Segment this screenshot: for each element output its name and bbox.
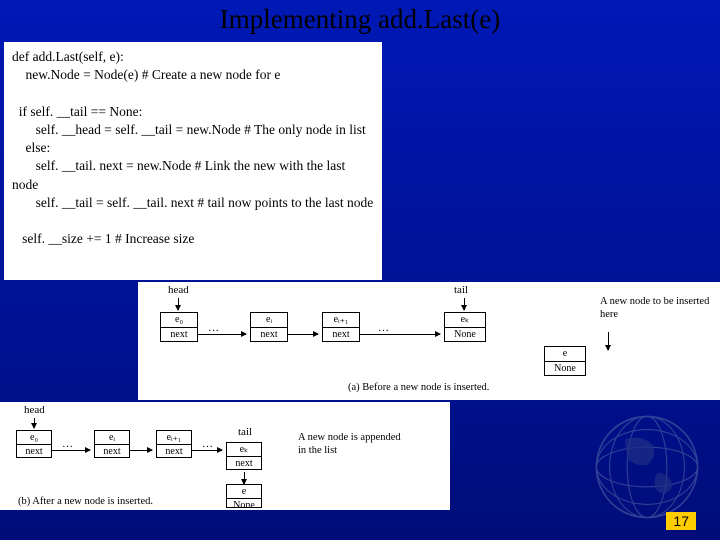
node-value: eᵢ₊₁ <box>323 313 359 328</box>
node-next: next <box>95 445 129 458</box>
annotation-text: A new node is appended in the list <box>298 432 408 457</box>
node-next: None <box>445 328 485 342</box>
diagram-caption: (b) After a new node is inserted. <box>18 496 153 507</box>
ellipsis-icon: … <box>202 438 215 450</box>
tail-label: tail <box>238 426 252 438</box>
code-line: else: <box>12 139 374 157</box>
head-label: head <box>24 404 45 416</box>
node-ei1: eᵢ₊₁ next <box>156 430 192 458</box>
node-value: eᵢ <box>95 431 129 445</box>
ellipsis-icon: … <box>208 322 221 334</box>
slide-header: Implementing add.Last(e) <box>0 0 720 40</box>
node-next: next <box>227 457 261 470</box>
node-ek: eₖ next <box>226 442 262 470</box>
node-next: None <box>227 499 261 512</box>
code-line <box>12 212 374 230</box>
code-line: self. __tail = self. __tail. next # tail… <box>12 194 374 212</box>
code-line: new.Node = Node(e) # Create a new node f… <box>12 66 374 84</box>
diagram-caption: (a) Before a new node is inserted. <box>348 382 489 393</box>
arrow-icon <box>360 334 440 335</box>
node-value: e <box>227 485 261 499</box>
node-value: e <box>545 347 585 362</box>
code-line: def add.Last(self, e): <box>12 48 374 66</box>
node-value: e₀ <box>17 431 51 445</box>
code-line: if self. __tail == None: <box>12 103 374 121</box>
code-line: self. __tail. next = new.Node # Link the… <box>12 157 374 193</box>
arrow-icon <box>288 334 318 335</box>
node-e0: e₀ next <box>160 312 198 342</box>
arrow-icon <box>608 332 609 350</box>
node-value: eₖ <box>227 443 261 457</box>
code-line <box>12 84 374 102</box>
node-next: next <box>161 328 197 342</box>
node-ei: eᵢ next <box>250 312 288 342</box>
arrow-icon <box>34 418 35 428</box>
node-new: e None <box>544 346 586 376</box>
arrow-icon <box>130 450 152 451</box>
arrow-icon <box>178 298 179 310</box>
node-next: next <box>17 445 51 458</box>
node-next: None <box>545 362 585 376</box>
diagram-after: head tail e₀ next … eᵢ next eᵢ₊₁ next … … <box>0 402 450 510</box>
head-label: head <box>168 284 189 296</box>
arrow-icon <box>464 298 465 310</box>
node-value: eᵢ <box>251 313 287 328</box>
ellipsis-icon: … <box>62 438 75 450</box>
node-new: e None <box>226 484 262 508</box>
annotation-text: A new node to be inserted here <box>600 296 710 321</box>
code-line: self. __size += 1 # Increase size <box>12 230 374 248</box>
code-line: self. __head = self. __tail = new.Node #… <box>12 121 374 139</box>
node-next: next <box>251 328 287 342</box>
node-ei: eᵢ next <box>94 430 130 458</box>
ellipsis-icon: … <box>378 322 391 334</box>
node-value: eᵢ₊₁ <box>157 431 191 445</box>
node-e0: e₀ next <box>16 430 52 458</box>
code-block: def add.Last(self, e): new.Node = Node(e… <box>4 42 382 280</box>
node-next: next <box>157 445 191 458</box>
globe-icon <box>592 412 702 522</box>
node-ei1: eᵢ₊₁ next <box>322 312 360 342</box>
node-ek: eₖ None <box>444 312 486 342</box>
node-next: next <box>323 328 359 342</box>
arrow-icon <box>192 450 222 451</box>
node-value: e₀ <box>161 313 197 328</box>
tail-label: tail <box>454 284 468 296</box>
page-number: 17 <box>666 512 696 530</box>
arrow-icon <box>198 334 246 335</box>
node-value: eₖ <box>445 313 485 328</box>
diagram-before: head tail e₀ next … eᵢ next eᵢ₊₁ next … … <box>138 282 720 400</box>
arrow-icon <box>244 472 245 484</box>
slide-title: Implementing add.Last(e) <box>220 4 500 35</box>
arrow-icon <box>52 450 90 451</box>
